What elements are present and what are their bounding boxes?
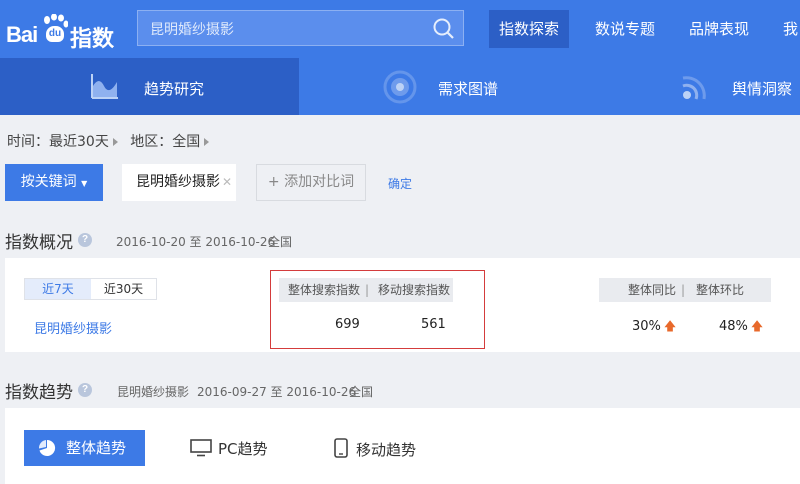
trend-date-range: 2016-09-27 至 2016-10-26 [197, 385, 357, 399]
period-30-days[interactable]: 近30天 [91, 279, 156, 299]
nav-index-explore[interactable]: 指数探索 [489, 10, 570, 48]
overview-keyword-link[interactable]: 昆明婚纱摄影 [34, 318, 112, 337]
baidu-index-logo[interactable]: Bai du 指数 [6, 8, 124, 52]
overview-date-range: 2016-10-20 至 2016-10-26 [116, 235, 276, 249]
tab-sentiment-insight-label: 舆情洞察 [732, 80, 793, 98]
monitor-icon [190, 439, 212, 457]
confirm-link[interactable]: 确定 [388, 175, 412, 192]
trend-title: 指数趋势 [5, 383, 73, 403]
overview-region: 全国 [268, 235, 293, 249]
yoy-header: 整体同比 [628, 283, 677, 297]
filter-breadcrumb: 时间：最近30天 地区：全国 [7, 131, 217, 151]
highlight-frame [270, 270, 485, 349]
logo-text-bai: Bai [6, 22, 38, 47]
keyword-mode-label: 按关键词 [20, 174, 77, 190]
mom-value-text: 48% [719, 319, 748, 334]
search-icon[interactable] [431, 16, 457, 42]
region-filter-arrow-icon[interactable] [204, 138, 210, 146]
plus-icon: + [267, 174, 280, 190]
keyword-chip-text: 昆明婚纱摄影 [136, 174, 220, 190]
pc-trend-button[interactable]: PC趋势 [190, 438, 268, 459]
caret-down-icon: ▼ [81, 179, 88, 188]
nav-data-topics[interactable]: 数说专题 [585, 10, 665, 48]
pie-chart-icon [38, 439, 56, 456]
time-filter-arrow-icon[interactable] [112, 138, 118, 146]
signal-icon [682, 76, 706, 100]
area-chart-icon [91, 74, 118, 99]
mom-header: 整体环比 [696, 283, 745, 297]
mom-value: 48% 🡅 [719, 317, 763, 338]
search-box[interactable]: 昆明婚纱摄影 [137, 10, 464, 46]
phone-icon [334, 438, 348, 458]
up-arrow-icon: 🡅 [750, 319, 764, 333]
keyword-mode-button[interactable]: 按关键词 ▼ [5, 164, 103, 201]
trend-region: 全国 [349, 385, 374, 399]
overall-trend-label: 整体趋势 [66, 439, 127, 457]
sub-navigation: 趋势研究 需求图谱 舆情洞察 [0, 58, 800, 115]
add-compare-label: 添加对比词 [284, 174, 355, 190]
nav-brand-performance[interactable]: 品牌表现 [679, 10, 759, 48]
tab-demand-graph-label: 需求图谱 [438, 80, 499, 98]
radar-icon [383, 70, 417, 104]
logo-text-du: du [46, 26, 64, 42]
search-input[interactable]: 昆明婚纱摄影 [150, 19, 234, 39]
period-7-days[interactable]: 近7天 [25, 279, 91, 299]
mobile-trend-label: 移动趋势 [356, 441, 417, 459]
trend-keyword: 昆明婚纱摄影 [117, 385, 190, 399]
nav-mine[interactable]: 我 [773, 10, 800, 48]
time-filter[interactable]: 时间：最近30天 [7, 134, 109, 150]
overall-trend-button[interactable]: 整体趋势 [24, 430, 145, 466]
mobile-trend-button[interactable]: 移动趋势 [334, 438, 416, 460]
tab-trend-research-label: 趋势研究 [144, 80, 205, 98]
logo-text-product: 指数 [70, 27, 115, 52]
yoy-value: 30% 🡅 [632, 317, 676, 338]
yoy-value-text: 30% [632, 319, 661, 334]
add-compare-keyword-button[interactable]: + 添加对比词 [256, 164, 366, 201]
change-header-divider: | [681, 283, 686, 297]
overview-help-icon[interactable]: ? [78, 233, 92, 247]
pc-trend-label: PC趋势 [218, 440, 268, 458]
tab-sentiment-insight[interactable]: 舆情洞察 [559, 58, 800, 115]
tab-demand-graph[interactable]: 需求图谱 [299, 58, 559, 115]
keyword-chip[interactable]: 昆明婚纱摄影 ✕ [122, 164, 236, 201]
overview-title: 指数概况 [5, 233, 73, 253]
trend-help-icon[interactable]: ? [78, 383, 92, 397]
tab-trend-research[interactable]: 趋势研究 [0, 58, 299, 115]
top-header: Bai du 指数 昆明婚纱摄影 指数探索 数说专题 品牌表现 我 [0, 0, 800, 58]
period-toggle: 近7天 近30天 [24, 278, 157, 300]
change-header: 整体同比 | 整体环比 [599, 278, 771, 302]
region-filter[interactable]: 地区：全国 [130, 134, 200, 150]
up-arrow-icon: 🡅 [663, 319, 677, 333]
remove-keyword-icon[interactable]: ✕ [222, 164, 232, 201]
